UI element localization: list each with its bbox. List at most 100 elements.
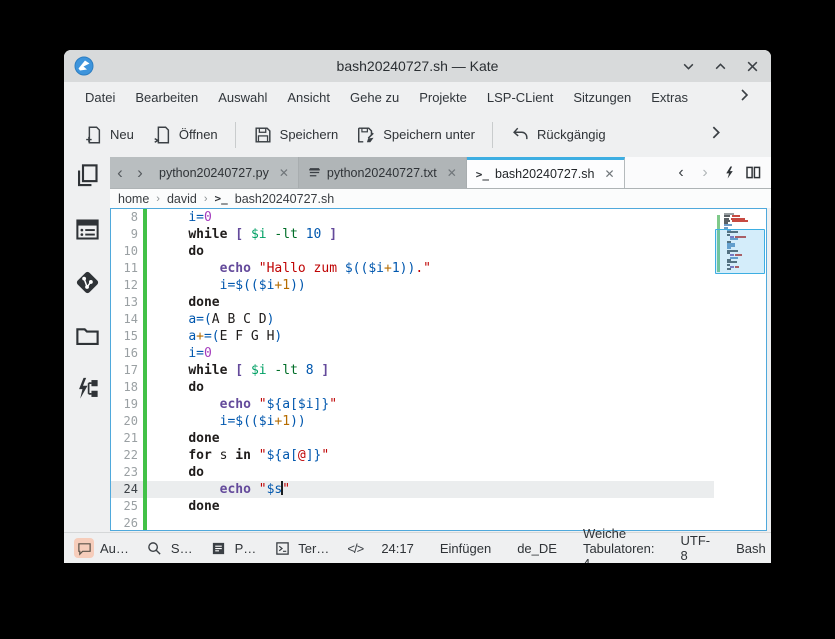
breadcrumb-david[interactable]: david <box>167 192 197 206</box>
breadcrumb-home[interactable]: home <box>118 192 149 206</box>
line-number: 11 <box>111 260 143 277</box>
save-as-button[interactable]: Speichern unter <box>347 119 484 151</box>
code-line-21[interactable]: 21 done <box>111 430 714 447</box>
toolbar: Neu Öffnen Speichern Speichern unter Rüc… <box>64 112 771 157</box>
magnifier-icon <box>145 538 165 558</box>
tab-label: python20240727.py <box>159 166 269 180</box>
close-icon[interactable] <box>745 59 759 73</box>
menu-extras[interactable]: Extras <box>642 86 697 109</box>
tab-close-icon[interactable]: ✕ <box>275 166 289 180</box>
line-number: 17 <box>111 362 143 379</box>
code-line-13[interactable]: 13 done <box>111 294 714 311</box>
toolbar-overflow-chevron-icon[interactable] <box>708 125 723 145</box>
code-line-25[interactable]: 25 done <box>111 498 714 515</box>
menu-ansicht[interactable]: Ansicht <box>278 86 339 109</box>
history-forward-icon[interactable]: › <box>695 162 715 184</box>
code-line-17[interactable]: 17 while [ $i -lt 8 ] <box>111 362 714 379</box>
menu-projekte[interactable]: Projekte <box>410 86 476 109</box>
code-line-15[interactable]: 15 a+=(E F G H) <box>111 328 714 345</box>
left-sidebar <box>64 157 110 532</box>
documents-list-icon[interactable] <box>74 216 101 248</box>
code-line-14[interactable]: 14 a=(A B C D) <box>111 311 714 328</box>
maximize-icon[interactable] <box>713 59 727 73</box>
code-line-8[interactable]: 8 i=0 <box>111 209 714 226</box>
tab-mode[interactable]: Weiche Tabulatoren: 4 <box>583 526 655 564</box>
code-text: echo "$s" <box>147 481 714 498</box>
code-line-12[interactable]: 12 i=$(($i+1)) <box>111 277 714 294</box>
tab-bash-sh[interactable]: >_ bash20240727.sh ✕ <box>467 157 625 188</box>
text-editor[interactable]: 8 i=09 while [ $i -lt 10 ]10 do11 echo "… <box>110 208 767 531</box>
code-text: do <box>147 464 714 481</box>
line-number: 8 <box>111 209 143 226</box>
code-line-11[interactable]: 11 echo "Hallo zum $(($i+1))." <box>111 260 714 277</box>
terminal-panel-button[interactable]: Ter… <box>272 538 329 558</box>
code-line-18[interactable]: 18 do <box>111 379 714 396</box>
code-line-10[interactable]: 10 do <box>111 243 714 260</box>
line-number: 9 <box>111 226 143 243</box>
breadcrumb-chevron-icon: › <box>156 193 160 205</box>
speech-bubble-icon <box>74 538 94 558</box>
cursor-position[interactable]: 24:17 <box>381 541 414 556</box>
tabs-scroll-right-icon[interactable]: › <box>130 157 150 188</box>
projects-panel-button[interactable]: P… <box>209 538 257 558</box>
breadcrumb-file[interactable]: bash20240727.sh <box>235 192 334 206</box>
menu-overflow-chevron-icon[interactable] <box>737 88 751 107</box>
code-line-9[interactable]: 9 while [ $i -lt 10 ] <box>111 226 714 243</box>
menu-bearbeiten[interactable]: Bearbeiten <box>126 86 207 109</box>
tabs-scroll-left-icon[interactable]: ‹ <box>110 157 130 188</box>
syntax-mode[interactable]: Bash <box>736 541 766 556</box>
editor-column: ‹ › python20240727.py ✕ python20240727.t… <box>110 157 771 532</box>
new-button[interactable]: Neu <box>74 119 143 151</box>
tab-label: bash20240727.sh <box>495 167 594 181</box>
documents-copy-icon[interactable] <box>74 162 101 194</box>
terminal-panel-label: Ter… <box>298 541 329 556</box>
minimap-scrollbar[interactable] <box>714 209 766 530</box>
line-number: 15 <box>111 328 143 345</box>
output-panel-label: Au… <box>100 541 129 556</box>
terminal-icon: >_ <box>215 192 228 205</box>
minimize-icon[interactable] <box>681 59 695 73</box>
tab-python-txt[interactable]: python20240727.txt ✕ <box>299 157 467 188</box>
split-view-icon[interactable] <box>743 162 763 184</box>
symbols-panel-button[interactable]: </> <box>345 538 365 558</box>
terminal-icon: >_ <box>476 168 489 181</box>
menu-sitzungen[interactable]: Sitzungen <box>564 86 640 109</box>
lsp-symbols-icon[interactable] <box>74 375 101 407</box>
save-button[interactable]: Speichern <box>244 119 348 151</box>
code-line-20[interactable]: 20 i=$(($i+1)) <box>111 413 714 430</box>
line-number: 10 <box>111 243 143 260</box>
menu-lsp-client[interactable]: LSP-CLient <box>478 86 562 109</box>
tab-python-py[interactable]: python20240727.py ✕ <box>150 157 299 188</box>
open-button[interactable]: Öffnen <box>143 119 227 151</box>
quick-open-lightning-icon[interactable] <box>719 162 739 184</box>
line-number: 19 <box>111 396 143 413</box>
code-line-24[interactable]: 24 echo "$s" <box>111 481 714 498</box>
line-number: 22 <box>111 447 143 464</box>
menu-auswahl[interactable]: Auswahl <box>209 86 276 109</box>
undo-button[interactable]: Rückgängig <box>501 119 615 151</box>
folder-icon[interactable] <box>74 322 101 354</box>
insert-mode[interactable]: Einfügen <box>440 541 491 556</box>
menu-datei[interactable]: Datei <box>76 86 124 109</box>
code-text: echo "Hallo zum $(($i+1))." <box>147 260 714 277</box>
code-line-16[interactable]: 16 i=0 <box>111 345 714 362</box>
undo-button-label: Rückgängig <box>537 127 606 142</box>
git-icon[interactable] <box>74 269 101 301</box>
titlebar[interactable]: bash20240727.sh — Kate <box>64 50 771 82</box>
line-number: 21 <box>111 430 143 447</box>
history-back-icon[interactable]: ‹ <box>671 162 691 184</box>
tab-close-icon[interactable]: ✕ <box>600 167 614 181</box>
window-title: bash20240727.sh — Kate <box>64 58 771 74</box>
menu-gehe-zu[interactable]: Gehe zu <box>341 86 408 109</box>
code-line-19[interactable]: 19 echo "${a[$i]}" <box>111 396 714 413</box>
code-line-22[interactable]: 22 for s in "${a[@]}" <box>111 447 714 464</box>
text-file-icon <box>308 166 321 179</box>
encoding[interactable]: UTF-8 <box>680 533 710 563</box>
code-line-23[interactable]: 23 do <box>111 464 714 481</box>
tab-close-icon[interactable]: ✕ <box>443 166 457 180</box>
search-panel-button[interactable]: S… <box>145 538 193 558</box>
output-panel-button[interactable]: Au… <box>74 538 129 558</box>
dictionary[interactable]: de_DE <box>517 541 557 556</box>
minimap-viewport[interactable] <box>715 229 765 274</box>
code-text: do <box>147 243 714 260</box>
